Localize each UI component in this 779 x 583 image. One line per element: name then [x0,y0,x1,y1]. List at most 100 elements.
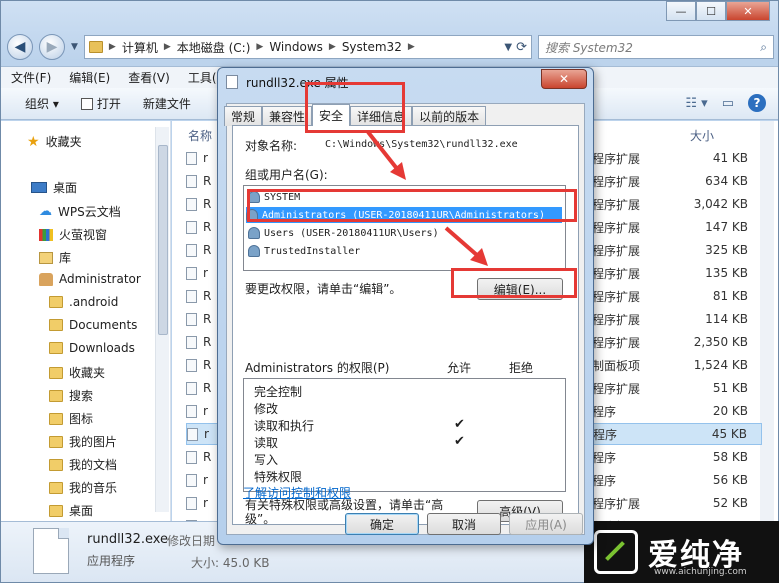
user-icon [39,272,53,286]
file-icon [186,151,197,165]
nav-item-label: 搜索 [69,389,94,403]
file-type: 程序扩展 [592,197,641,212]
details-file-size: 大小: 45.0 KB [191,556,270,570]
permission-row: 读取和执行 ✔ [254,417,554,434]
breadcrumb-drive-c[interactable]: 本地磁盘 (C:) [177,39,251,56]
nav-item[interactable]: 库 [39,249,71,266]
forward-button[interactable]: ▶ [39,34,65,60]
preview-pane-icon[interactable]: ▭ [722,96,734,111]
address-dropdown-icon[interactable]: ▼ [504,42,512,53]
watermark-logo-icon [594,530,638,574]
open-icon [80,97,93,110]
tab-security[interactable]: 安全 [312,104,351,126]
refresh-icon[interactable]: ⟳ [516,40,527,55]
file-icon [186,473,197,487]
permission-name: 读取和执行 [254,419,315,433]
change-view-icon[interactable]: ☷ ▾ [685,96,707,111]
nav-item[interactable]: .android [49,295,118,309]
file-type: 程序扩展 [592,266,641,281]
file-icon [186,266,197,280]
nav-item[interactable]: 桌面 [49,502,93,519]
file-size: 3,042 KB [693,197,748,211]
file-size: 135 KB [705,266,748,280]
nav-item[interactable]: 搜索 [49,387,93,404]
nav-item-label: 我的文档 [69,458,118,472]
user-group-icon [248,245,260,257]
nav-item[interactable]: 图标 [49,410,93,427]
user-list-item[interactable]: Users (USER-20180411UR\Users) [248,225,439,241]
details-file-type: 应用程序 [87,554,136,568]
apply-button[interactable]: 应用(A) [509,513,583,535]
address-bar[interactable]: ▶ 计算机 ▶ 本地磁盘 (C:) ▶ Windows ▶ System32 ▶… [83,35,532,59]
column-name[interactable]: 名称 [188,127,212,144]
search-icon[interactable]: ⌕ [760,40,767,55]
open-button[interactable]: 打开 [80,95,121,112]
user-group-icon [248,227,260,239]
nav-item[interactable]: 我的图片 [49,433,117,450]
permission-row: 修改 [254,400,554,417]
star-icon: ★ [27,133,40,150]
tab-general[interactable]: 常规 [224,106,263,126]
allow-check-icon: ✔ [454,417,465,432]
column-size[interactable]: 大小 [690,127,714,144]
nav-item[interactable]: 火萤视窗 [39,226,107,243]
nav-item-label: 我的音乐 [69,481,118,495]
cancel-button[interactable]: 取消 [427,513,501,535]
close-button[interactable]: ✕ [726,1,770,21]
nav-item[interactable]: 我的文档 [49,456,117,473]
nav-item[interactable]: Downloads [49,341,135,355]
file-size: 634 KB [705,174,748,188]
nav-item[interactable]: 收藏夹 [49,364,105,381]
file-size: 56 KB [712,473,748,487]
file-type: 程序扩展 [592,312,641,327]
maximize-button[interactable]: ☐ [696,1,726,21]
nav-item-label: Downloads [69,341,135,355]
menu-tools[interactable]: 工具( [188,69,217,86]
nav-scrollbar[interactable] [155,127,169,512]
recent-pages-dropdown[interactable]: ▼ [71,42,78,52]
file-type: 程序 [592,450,617,465]
nav-scroll-thumb[interactable] [158,145,168,335]
file-size: 45 KB [711,427,747,441]
nav-item-label: 收藏夹 [45,135,82,149]
nav-item[interactable]: 桌面 [31,179,77,196]
menu-edit[interactable]: 编辑(E) [69,69,110,86]
breadcrumb-system32[interactable]: System32 [342,40,402,54]
nav-item-label: 我的图片 [69,435,118,449]
file-type: 程序扩展 [592,220,641,235]
file-icon [186,197,197,211]
breadcrumb-computer[interactable]: 计算机 [122,39,158,56]
nav-item[interactable]: Documents [49,318,137,332]
folder-icon [49,366,63,379]
menu-file[interactable]: 文件(F) [11,69,51,86]
nav-item-label: WPS云文档 [58,205,121,219]
dialog-close-button[interactable]: ✕ [541,69,587,89]
user-list-item[interactable]: TrustedInstaller [248,243,360,259]
file-icon [186,496,197,510]
nav-item[interactable]: 我的音乐 [49,479,117,496]
nav-item-label: 库 [59,251,72,265]
menu-view[interactable]: 查看(V) [128,69,170,86]
permission-row: 写入 [254,451,554,468]
file-type: 程序扩展 [592,289,641,304]
nav-item[interactable]: Administrator [39,272,141,286]
nav-item[interactable]: ☁ WPS云文档 [39,203,121,220]
ok-button[interactable]: 确定 [345,513,419,535]
file-list-scrollbar[interactable] [760,121,774,521]
breadcrumb-windows[interactable]: Windows [269,40,323,54]
learn-access-control-link[interactable]: 了解访问控制和权限 [243,484,351,501]
new-folder-button[interactable]: 新建文件 [143,95,191,112]
organize-button[interactable]: 组织 ▾ [25,95,59,112]
arrow-to-edit-icon [444,226,488,266]
file-type: 程序扩展 [592,381,641,396]
search-box[interactable]: 搜索 System32 ⌕ [538,35,774,59]
file-size: 20 KB [712,404,748,418]
minimize-button[interactable]: — [666,1,696,21]
file-size: 1,524 KB [693,358,748,372]
help-icon[interactable]: ? [748,94,766,112]
back-button[interactable]: ◀ [7,34,33,60]
nav-item[interactable]: ★ 收藏夹 [27,133,82,150]
nav-item-label: 桌面 [53,181,78,195]
tab-previous-versions[interactable]: 以前的版本 [412,106,487,126]
file-type: 程序扩展 [592,174,641,189]
